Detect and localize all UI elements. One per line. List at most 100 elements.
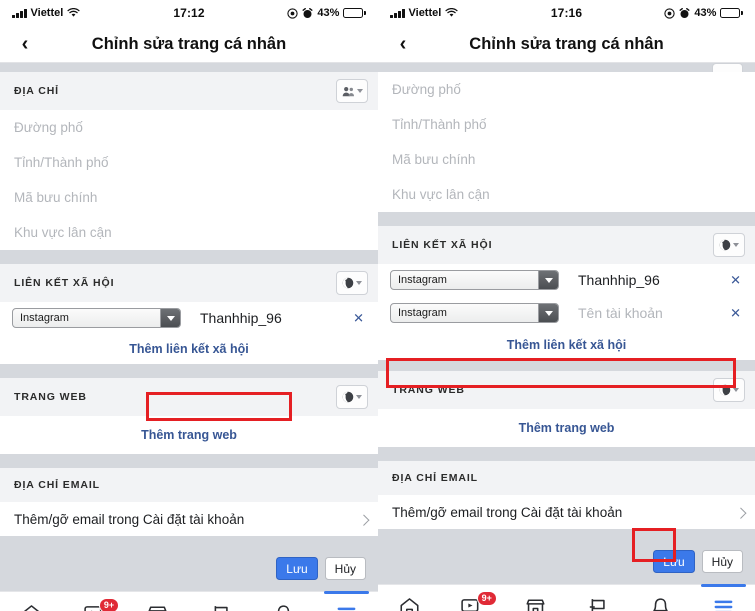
menu-icon xyxy=(714,600,733,611)
tab-watch[interactable]: 9+ xyxy=(63,592,126,611)
profile-form-scroll[interactable]: Đường phố Tỉnh/Thành phố Mã bưu chính Kh… xyxy=(378,63,755,539)
menu-icon xyxy=(337,607,356,611)
cancel-button[interactable]: Hủy xyxy=(324,557,366,580)
section-header-email: ĐỊA CHỈ EMAIL xyxy=(0,468,378,502)
remove-social-link-icon[interactable]: ✕ xyxy=(353,312,364,325)
home-icon xyxy=(400,598,419,611)
field-city[interactable]: Tỉnh/Thành phố xyxy=(378,107,755,142)
chevron-down-icon xyxy=(356,395,362,399)
social-network-select[interactable]: Instagram xyxy=(390,270,559,290)
section-gap xyxy=(0,250,378,264)
globe-icon xyxy=(719,384,731,396)
tab-notifications[interactable] xyxy=(629,585,692,611)
social-link-row[interactable]: Instagram Thanhhip_96 ✕ xyxy=(0,302,378,334)
chevron-down-icon xyxy=(356,89,363,93)
clock-label: 17:16 xyxy=(550,6,583,20)
status-right: 43% xyxy=(582,7,744,19)
nav-bar: ‹ Chỉnh sửa trang cá nhân xyxy=(0,26,378,62)
tab-pages[interactable] xyxy=(189,592,252,611)
wifi-icon xyxy=(445,8,458,17)
section-header-address: ĐỊA CHỈ xyxy=(0,72,378,110)
tab-pages[interactable] xyxy=(566,585,629,611)
field-city[interactable]: Tỉnh/Thành phố xyxy=(0,145,378,180)
marketplace-icon xyxy=(526,599,545,611)
home-icon xyxy=(23,605,40,611)
cancel-button[interactable]: Hủy xyxy=(701,550,743,573)
audience-button-social[interactable] xyxy=(713,233,745,257)
tab-menu[interactable] xyxy=(315,591,378,611)
alarm-icon xyxy=(679,7,690,18)
add-social-link-label: Thêm liên kết xã hội xyxy=(506,338,627,352)
flag-icon xyxy=(590,599,606,611)
social-network-select-new[interactable]: Instagram xyxy=(390,303,559,323)
section-gap xyxy=(0,364,378,378)
social-network-select[interactable]: Instagram xyxy=(12,308,181,328)
chevron-down-icon xyxy=(733,388,739,392)
tab-home[interactable] xyxy=(0,592,63,611)
back-button[interactable]: ‹ xyxy=(12,34,38,54)
flag-icon xyxy=(214,606,228,611)
section-gap xyxy=(0,454,378,468)
save-button[interactable]: Lưu xyxy=(276,557,318,580)
tab-home[interactable] xyxy=(378,585,441,611)
field-neighborhood[interactable]: Khu vực lân cận xyxy=(0,215,378,250)
status-right: 43% xyxy=(205,7,367,19)
profile-form-scroll[interactable]: ĐỊA CHỈ Đường phố Tỉnh/Thành phố Mã bưu … xyxy=(0,63,378,546)
section-gap xyxy=(378,63,755,72)
field-city-placeholder: Tỉnh/Thành phố xyxy=(392,117,487,132)
friends-icon xyxy=(342,86,354,96)
audience-button-address[interactable] xyxy=(336,79,368,103)
bottom-tab-bar: 9+ xyxy=(0,591,378,611)
tab-marketplace[interactable] xyxy=(504,585,567,611)
chevron-right-icon xyxy=(358,514,370,526)
add-social-link-row[interactable]: Thêm liên kết xã hội xyxy=(0,334,378,364)
add-website-label: Thêm trang web xyxy=(141,428,237,442)
save-button[interactable]: Lưu xyxy=(653,550,695,573)
tab-notifications[interactable] xyxy=(252,592,315,611)
clock-label: 17:12 xyxy=(173,6,205,20)
social-link-row-new[interactable]: Instagram Tên tài khoản ✕ xyxy=(378,296,755,330)
status-left: Viettel xyxy=(390,7,551,19)
field-zip[interactable]: Mã bưu chính xyxy=(0,180,378,215)
status-bar: Viettel 17:12 43% xyxy=(0,0,378,26)
field-zip-placeholder: Mã bưu chính xyxy=(392,152,476,167)
field-street[interactable]: Đường phố xyxy=(0,110,378,145)
section-title-social: LIÊN KẾT XÃ HỘI xyxy=(392,239,493,251)
back-button[interactable]: ‹ xyxy=(390,34,416,54)
add-website-row[interactable]: Thêm trang web xyxy=(0,416,378,454)
active-tab-indicator xyxy=(323,591,370,594)
select-arrow-icon xyxy=(538,304,558,322)
email-settings-label: Thêm/gỡ email trong Cài đặt tài khoản xyxy=(14,511,245,527)
audience-button-website[interactable] xyxy=(336,385,368,409)
field-street[interactable]: Đường phố xyxy=(378,72,755,107)
field-neighborhood[interactable]: Khu vực lân cận xyxy=(378,177,755,212)
tab-watch[interactable]: 9+ xyxy=(441,585,504,611)
email-settings-row[interactable]: Thêm/gỡ email trong Cài đặt tài khoản xyxy=(378,495,755,529)
email-settings-row[interactable]: Thêm/gỡ email trong Cài đặt tài khoản xyxy=(0,502,378,536)
field-zip[interactable]: Mã bưu chính xyxy=(378,142,755,177)
tab-menu[interactable] xyxy=(692,584,755,611)
remove-social-link-icon[interactable]: ✕ xyxy=(730,274,741,287)
section-title-email: ĐỊA CHỈ EMAIL xyxy=(14,479,100,491)
social-username-input[interactable]: Thanhhip_96 xyxy=(200,310,282,326)
page-title: Chỉnh sửa trang cá nhân xyxy=(469,34,664,53)
audience-button-social[interactable] xyxy=(336,271,368,295)
bottom-tab-bar: 9+ xyxy=(378,584,755,611)
phone-screen-right: Viettel 17:16 43% ‹ Chỉnh sửa trang cá n… xyxy=(378,0,755,611)
social-username-input[interactable]: Thanhhip_96 xyxy=(578,272,660,288)
globe-icon xyxy=(342,277,354,289)
remove-social-link-icon-new[interactable]: ✕ xyxy=(730,307,741,320)
audience-button-website[interactable] xyxy=(713,378,745,402)
social-network-value: Instagram xyxy=(398,274,447,286)
social-username-input-new[interactable]: Tên tài khoản xyxy=(578,305,663,321)
add-social-link-row[interactable]: Thêm liên kết xã hội xyxy=(378,330,755,360)
social-link-row[interactable]: Instagram Thanhhip_96 ✕ xyxy=(378,264,755,296)
bell-icon xyxy=(653,598,668,611)
carrier-label: Viettel xyxy=(408,7,442,19)
audience-button-address-partial[interactable] xyxy=(712,63,743,72)
form-action-bar: Lưu Hủy xyxy=(0,546,378,591)
section-gap xyxy=(378,529,755,539)
add-website-row[interactable]: Thêm trang web xyxy=(378,409,755,447)
tab-marketplace[interactable] xyxy=(126,592,189,611)
status-left: Viettel xyxy=(12,7,173,19)
